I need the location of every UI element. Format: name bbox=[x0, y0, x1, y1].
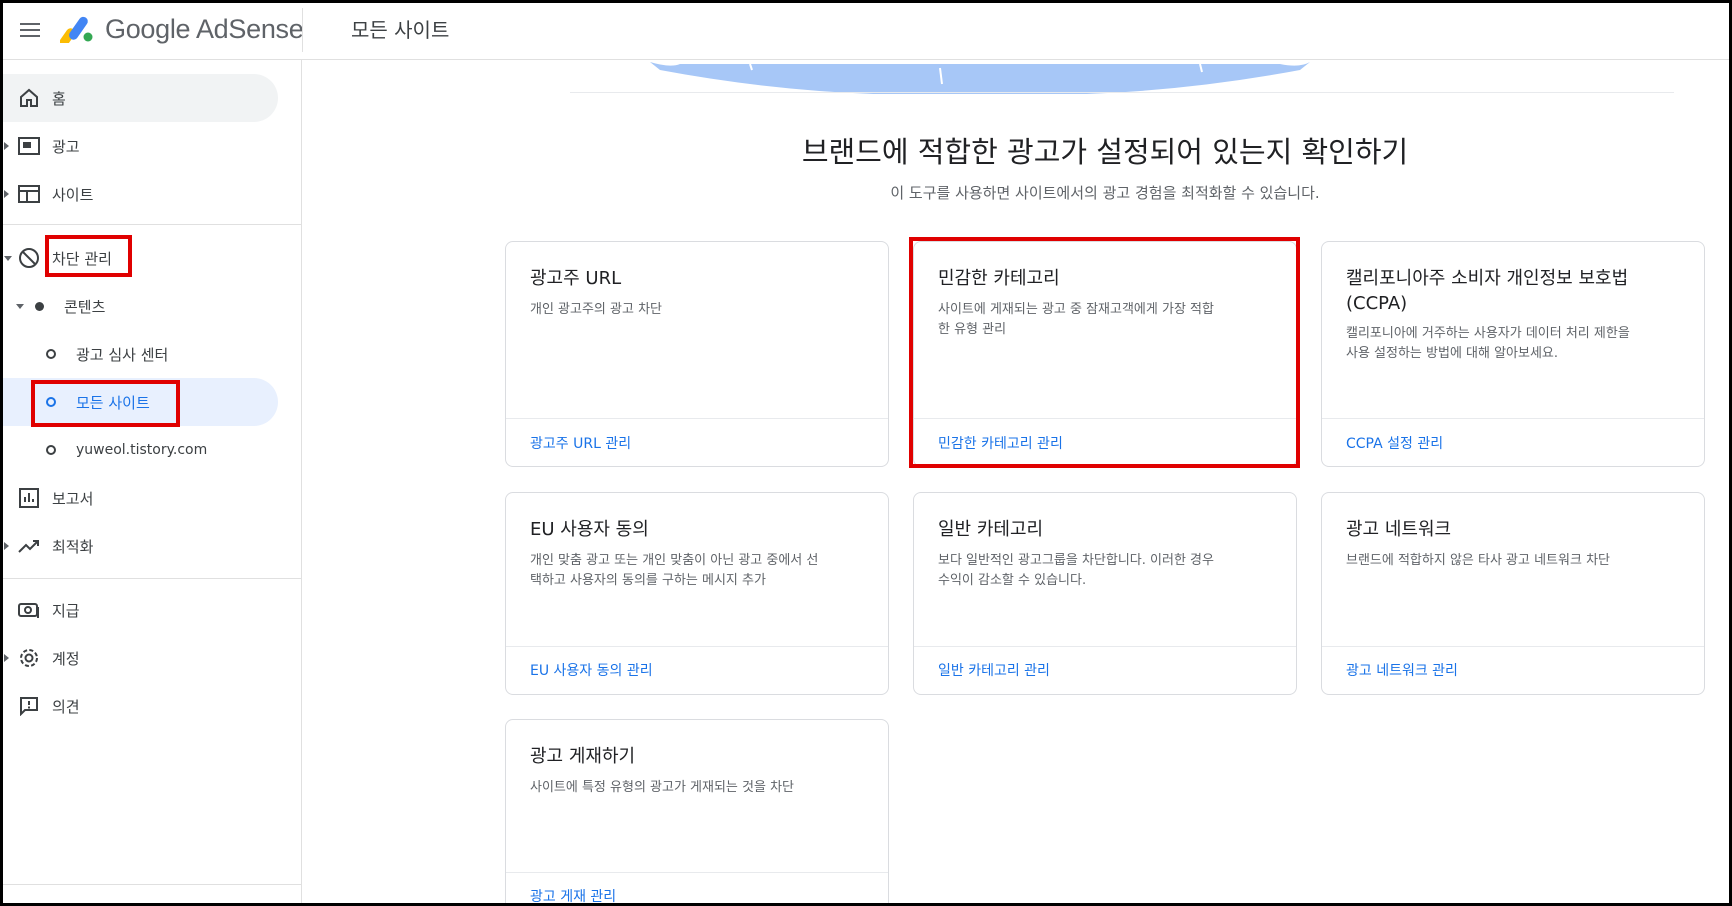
sidebar-item-all-sites[interactable]: 모든 사이트 bbox=[0, 378, 278, 426]
sidebar-item-reports[interactable]: 보고서 bbox=[0, 474, 278, 522]
card-title: 민감한 카테고리 bbox=[938, 268, 1060, 289]
sidebar-item-payments[interactable]: 지급 bbox=[0, 586, 278, 634]
card-description-line-1: 개인 맞춤 광고 또는 개인 맞춤이 아닌 광고 중에서 선 bbox=[530, 553, 819, 568]
sidebar-item-content[interactable]: 콘텐츠 bbox=[0, 282, 278, 330]
card-description-line-2: 수익이 감소할 수 있습니다. bbox=[938, 573, 1087, 588]
card-description-line-2: 택하고 사용자의 동의를 구하는 메시지 추가 bbox=[530, 573, 766, 588]
menu-icon[interactable] bbox=[18, 18, 42, 42]
sidebar-item-optimize[interactable]: 최적화 bbox=[0, 522, 278, 570]
manage-sensitive-categories-link[interactable]: 민감한 카테고리 관리 bbox=[938, 433, 1063, 453]
sidebar-label-all-sites: 모든 사이트 bbox=[76, 393, 150, 412]
card-ad-networks: 광고 네트워크 브랜드에 적합하지 않은 타사 광고 네트워크 차단 광고 네트… bbox=[1321, 492, 1705, 695]
sidebar-item-blocking[interactable]: 차단 관리 bbox=[0, 234, 278, 282]
card-description-line-2: 사용 설정하는 방법에 대해 알아보세요. bbox=[1346, 346, 1559, 361]
card-divider bbox=[1322, 646, 1704, 647]
card-sensitive-categories: 민감한 카테고리 사이트에 게재되는 광고 중 잠재고객에게 가장 적합 한 유… bbox=[913, 241, 1297, 467]
card-ad-serving: 광고 게재하기 사이트에 특정 유형의 광고가 게재되는 것을 차단 광고 게재… bbox=[505, 719, 889, 906]
expand-caret-icon bbox=[4, 190, 9, 198]
collapse-caret-icon bbox=[16, 303, 24, 309]
ads-icon bbox=[18, 135, 40, 157]
sidebar: 홈 광고 사이트 차단 관리 콘텐츠 광고 심사 센터 모든 사이트 yuweo… bbox=[0, 60, 302, 906]
sidebar-label-feedback: 의견 bbox=[52, 697, 80, 716]
hero-divider bbox=[570, 92, 1674, 93]
card-description-line-2: 한 유형 관리 bbox=[938, 322, 1007, 337]
brand-name: Google AdSense bbox=[105, 14, 304, 44]
manage-ad-serving-link[interactable]: 광고 게재 관리 bbox=[530, 886, 616, 906]
sidebar-item-site-domain[interactable]: yuweol.tistory.com bbox=[0, 426, 278, 474]
card-title: 광고 게재하기 bbox=[530, 746, 636, 767]
card-description: 사이트에 특정 유형의 광고가 게재되는 것을 차단 bbox=[530, 780, 794, 795]
card-general-categories: 일반 카테고리 보다 일반적인 광고그룹을 차단합니다. 이러한 경우 수익이 … bbox=[913, 492, 1297, 695]
sidebar-divider bbox=[0, 224, 302, 225]
card-description-line-1: 사이트에 게재되는 광고 중 잠재고객에게 가장 적합 bbox=[938, 302, 1214, 317]
card-title-line-1: 캘리포니아주 소비자 개인정보 보호법 bbox=[1346, 268, 1629, 289]
manage-advertiser-url-link[interactable]: 광고주 URL 관리 bbox=[530, 433, 631, 453]
card-title: EU 사용자 동의 bbox=[530, 519, 649, 540]
sidebar-item-feedback[interactable]: 의견 bbox=[0, 682, 278, 730]
sidebar-divider bbox=[0, 578, 302, 579]
card-divider bbox=[506, 872, 888, 873]
ring-icon bbox=[46, 445, 56, 455]
ring-icon bbox=[46, 397, 56, 407]
card-description-line-1: 캘리포니아에 거주하는 사용자가 데이터 처리 제한을 bbox=[1346, 326, 1630, 341]
card-divider bbox=[914, 646, 1296, 647]
sidebar-item-ad-review[interactable]: 광고 심사 센터 bbox=[0, 330, 278, 378]
expand-caret-icon bbox=[4, 654, 9, 662]
sidebar-label-site-domain: yuweol.tistory.com bbox=[76, 442, 208, 458]
sites-icon bbox=[18, 183, 40, 205]
card-divider bbox=[506, 418, 888, 419]
sidebar-label-content: 콘텐츠 bbox=[64, 297, 106, 316]
feedback-icon bbox=[18, 695, 40, 717]
card-ccpa: 캘리포니아주 소비자 개인정보 보호법 (CCPA) 캘리포니아에 거주하는 사… bbox=[1321, 241, 1705, 467]
account-gear-icon bbox=[18, 647, 40, 669]
manage-ccpa-link[interactable]: CCPA 설정 관리 bbox=[1346, 433, 1443, 453]
page-title: 모든 사이트 bbox=[351, 18, 450, 42]
card-divider bbox=[1322, 418, 1704, 419]
sidebar-label-payments: 지급 bbox=[52, 601, 80, 620]
reports-icon bbox=[18, 487, 40, 509]
card-description: 개인 광고주의 광고 차단 bbox=[530, 302, 662, 317]
adsense-logo[interactable] bbox=[60, 13, 98, 43]
header-divider bbox=[302, 8, 303, 52]
sidebar-divider bbox=[0, 884, 302, 885]
sidebar-label-blocking: 차단 관리 bbox=[52, 249, 112, 268]
card-divider bbox=[914, 418, 1296, 419]
card-title: 광고주 URL bbox=[530, 268, 622, 289]
card-eu-consent: EU 사용자 동의 개인 맞춤 광고 또는 개인 맞춤이 아닌 광고 중에서 선… bbox=[505, 492, 889, 695]
sidebar-item-account[interactable]: 계정 bbox=[0, 634, 278, 682]
sidebar-label-optimize: 최적화 bbox=[52, 537, 94, 556]
card-title-line-2: (CCPA) bbox=[1346, 293, 1408, 314]
card-divider bbox=[506, 646, 888, 647]
block-icon bbox=[18, 247, 40, 269]
card-description-line-1: 보다 일반적인 광고그룹을 차단합니다. 이러한 경우 bbox=[938, 553, 1214, 568]
sidebar-label-reports: 보고서 bbox=[52, 489, 94, 508]
header-illustration bbox=[650, 62, 1310, 94]
bullet-icon bbox=[35, 301, 44, 311]
sidebar-label-account: 계정 bbox=[52, 649, 80, 668]
optimize-icon bbox=[18, 535, 40, 557]
section-subtitle: 이 도구를 사용하면 사이트에서의 광고 경험을 최적화할 수 있습니다. bbox=[890, 184, 1320, 202]
top-app-bar: Google AdSense 모든 사이트 bbox=[0, 0, 1732, 60]
card-title: 일반 카테고리 bbox=[938, 519, 1044, 540]
sidebar-item-sites[interactable]: 사이트 bbox=[0, 170, 278, 218]
sidebar-item-home[interactable]: 홈 bbox=[0, 74, 278, 122]
card-description: 브랜드에 적합하지 않은 타사 광고 네트워크 차단 bbox=[1346, 553, 1610, 568]
sidebar-item-ads[interactable]: 광고 bbox=[0, 122, 278, 170]
card-title: 광고 네트워크 bbox=[1346, 519, 1452, 540]
section-title: 브랜드에 적합한 광고가 설정되어 있는지 확인하기 bbox=[801, 135, 1409, 169]
expand-caret-icon bbox=[4, 142, 9, 150]
ring-icon bbox=[46, 349, 56, 359]
expand-caret-icon bbox=[4, 542, 9, 550]
sidebar-label-sites: 사이트 bbox=[52, 185, 94, 204]
sidebar-label-ads: 광고 bbox=[52, 137, 80, 156]
sidebar-label-ad-review: 광고 심사 센터 bbox=[76, 345, 169, 364]
home-icon bbox=[18, 87, 40, 109]
manage-general-categories-link[interactable]: 일반 카테고리 관리 bbox=[938, 660, 1050, 680]
collapse-caret-icon bbox=[4, 255, 12, 261]
card-advertiser-url: 광고주 URL 개인 광고주의 광고 차단 광고주 URL 관리 bbox=[505, 241, 889, 467]
sidebar-label-home: 홈 bbox=[52, 89, 66, 108]
manage-eu-consent-link[interactable]: EU 사용자 동의 관리 bbox=[530, 660, 653, 680]
payments-icon bbox=[18, 599, 40, 621]
manage-ad-networks-link[interactable]: 광고 네트워크 관리 bbox=[1346, 660, 1458, 680]
